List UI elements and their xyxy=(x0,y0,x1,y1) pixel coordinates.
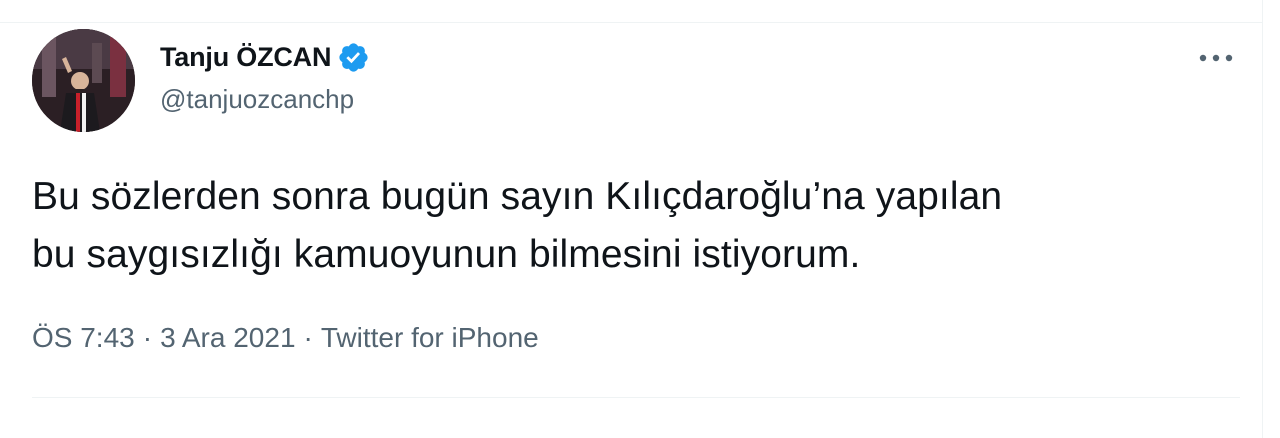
user-handle[interactable]: @tanjuozcanchp xyxy=(160,84,370,115)
bottom-divider xyxy=(32,397,1240,398)
tweet-card: Tanju ÖZCAN @tanjuozcanchp Bu sözlerden … xyxy=(0,0,1280,438)
tweet-date[interactable]: 3 Ara 2021 xyxy=(160,322,295,354)
avatar[interactable] xyxy=(32,29,135,132)
more-options-button[interactable] xyxy=(1196,44,1236,72)
tweet-text-line-2: bu saygısızlığı kamuoyunun bilmesini ist… xyxy=(32,233,861,276)
name-row: Tanju ÖZCAN xyxy=(160,40,370,74)
more-horizontal-icon xyxy=(1199,54,1233,62)
top-divider xyxy=(0,22,1262,23)
tweet-meta: ÖS 7:43 · 3 Ara 2021 · Twitter for iPhon… xyxy=(32,322,539,354)
meta-separator: · xyxy=(303,322,313,353)
tweet-time[interactable]: ÖS 7:43 xyxy=(32,322,135,354)
display-name[interactable]: Tanju ÖZCAN xyxy=(160,42,331,73)
tweet-header: Tanju ÖZCAN @tanjuozcanchp xyxy=(160,40,370,115)
tweet-text-line-1: Bu sözlerden sonra bugün sayın Kılıçdaro… xyxy=(32,175,1003,218)
meta-separator: · xyxy=(142,322,153,353)
right-border xyxy=(1262,0,1263,438)
verified-badge-icon xyxy=(337,41,370,74)
profile-photo-icon xyxy=(32,29,135,132)
tweet-source[interactable]: Twitter for iPhone xyxy=(321,322,539,354)
tweet-text: Bu sözlerden sonra bugün sayın Kılıçdaro… xyxy=(32,168,1247,284)
